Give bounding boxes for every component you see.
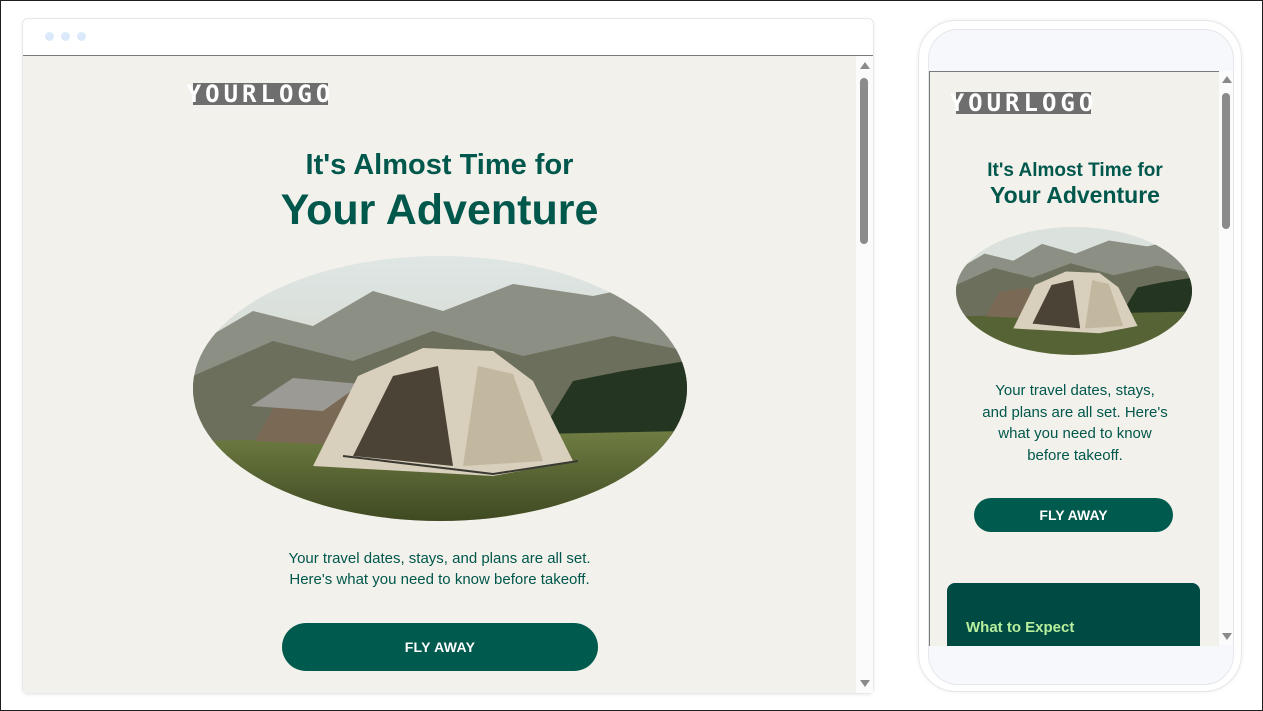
desktop-preview-window: YOURLOGO It's Almost Time for Your Adven… [22, 18, 874, 694]
hero-image [193, 256, 687, 521]
window-dot-icon [77, 32, 86, 41]
fly-away-button[interactable]: FLY AWAY [282, 623, 598, 671]
mobile-scrollbar[interactable] [1219, 71, 1233, 645]
logo: YOURLOGO [949, 89, 1098, 117]
camping-scene-image [193, 256, 687, 521]
scrollbar-thumb[interactable] [1222, 93, 1230, 229]
intro-line-1: Your travel dates, stays, [995, 382, 1155, 399]
scroll-up-arrow-icon[interactable] [860, 62, 870, 69]
mobile-screen: YOURLOGO It's Almost Time for Your Adven… [928, 29, 1234, 685]
hero-image [956, 227, 1192, 355]
window-dot-icon [45, 32, 54, 41]
intro-line-2: and plans are all set. Here's [982, 403, 1168, 421]
desktop-scrollbar[interactable] [856, 56, 873, 693]
window-dot-icon [61, 32, 70, 41]
scroll-up-arrow-icon[interactable] [1222, 76, 1232, 83]
headline-line-1: It's Almost Time for [305, 149, 574, 181]
headline-line-2: Your Adventure [280, 186, 599, 234]
intro-text: Your travel dates, stays, and plans are … [223, 548, 656, 590]
intro-line-3: what you need to know [998, 425, 1152, 442]
scroll-down-arrow-icon[interactable] [860, 680, 870, 687]
logo: YOURLOGO [186, 80, 335, 108]
mobile-email-viewport[interactable]: YOURLOGO It's Almost Time for Your Adven… [929, 71, 1220, 646]
intro-line-1: Your travel dates, stays, and plans are … [288, 550, 591, 567]
section-title: What to Expect [966, 619, 1075, 636]
headline-line-2: Your Adventure [990, 182, 1160, 208]
browser-title-bar [23, 19, 873, 56]
camping-scene-image [956, 227, 1192, 355]
desktop-email-viewport[interactable]: YOURLOGO It's Almost Time for Your Adven… [23, 56, 856, 693]
headline-line-1: It's Almost Time for [987, 160, 1163, 181]
fly-away-button[interactable]: FLY AWAY [974, 498, 1173, 532]
scroll-down-arrow-icon[interactable] [1222, 633, 1232, 640]
intro-line-4: before takeoff. [1027, 446, 1123, 464]
intro-line-2: Here's what you need to know before take… [289, 571, 590, 588]
intro-text: Your travel dates, stays, and plans are … [958, 380, 1192, 466]
mobile-preview-frame: YOURLOGO It's Almost Time for Your Adven… [918, 20, 1242, 692]
what-to-expect-card: What to Expect [947, 583, 1200, 646]
scrollbar-thumb[interactable] [860, 78, 868, 244]
